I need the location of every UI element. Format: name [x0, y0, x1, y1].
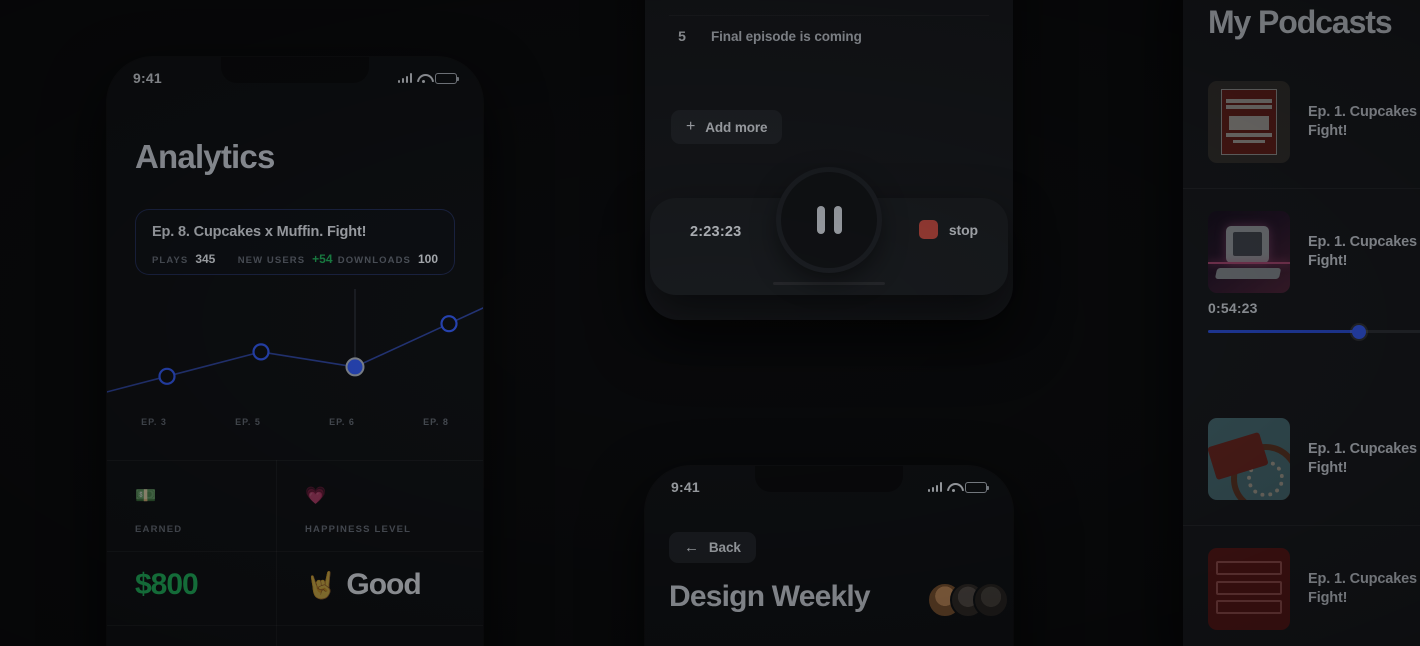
status-bar: 9:41 — [645, 466, 1013, 508]
chart-x-axis-labels: EP. 3 EP. 5 EP. 6 EP. 8 — [107, 417, 483, 427]
pause-icon-bar-left — [816, 206, 825, 234]
chart-label-2: EP. 6 — [329, 417, 355, 427]
episode-card-title: Ep. 8. Cupcakes x Muffin. Fight! — [152, 224, 367, 240]
podcast-item-title: Ep. 1. Cupcakes x Muffin. Fight! — [1308, 440, 1420, 476]
metric-happiness-label: HAPPINESS LEVEL — [305, 524, 412, 535]
sidebar-title: My Podcasts — [1208, 4, 1393, 40]
podcast-list-item-2[interactable]: Ep. 1. Cupcakes x Muffin. Fight! — [1208, 211, 1420, 293]
stat-new-users: NEW USERS +54 — [238, 252, 338, 266]
status-time: 9:41 — [671, 479, 700, 495]
metric-happiness-value: Good — [346, 568, 421, 601]
stop-square-icon — [918, 220, 938, 239]
battery-icon — [965, 481, 989, 493]
add-more-button[interactable]: + Add more — [671, 110, 783, 144]
podcast-list-item-4[interactable]: Ep. 1. Cupcakes x Muffin. Fight! — [1208, 548, 1420, 630]
podcast-artwork-yule-love-this — [1208, 548, 1290, 630]
stat-plays: PLAYS 345 — [152, 252, 238, 266]
wifi-icon — [417, 73, 430, 83]
cellular-signal-icon — [397, 73, 412, 83]
page-title: Analytics — [135, 138, 275, 175]
progress-elapsed-time: 0:54:23 — [1208, 300, 1258, 316]
arrow-left-icon: ← — [684, 539, 699, 556]
pause-button[interactable] — [781, 172, 877, 268]
metric-grid-vertical-divider — [276, 460, 277, 646]
stat-new-users-value: +54 — [312, 252, 333, 266]
chart-label-1: EP. 5 — [235, 417, 261, 427]
stat-downloads: DOWNLOADS 100 — [338, 252, 438, 266]
analytics-phone-mockup: 9:41 Analytics Ep. 8. Cupcakes x Muffin.… — [107, 57, 483, 646]
avatar-3 — [973, 582, 1009, 618]
podcast-artwork-parking-sign — [1208, 81, 1290, 163]
metric-grid-bottom-divider — [107, 625, 483, 626]
podcast-list-item-1[interactable]: Ep. 1. Cupcakes x Muffin. Fight! — [1208, 81, 1420, 163]
metric-grid-top-divider — [107, 460, 483, 461]
cellular-signal-icon — [927, 482, 942, 492]
chart-label-3: EP. 8 — [423, 417, 449, 427]
progress-slider-knob[interactable] — [1352, 324, 1367, 339]
stat-new-users-label: NEW USERS — [237, 255, 306, 266]
money-icon: 💵 — [135, 486, 157, 505]
podcast-item-title: Ep. 1. Cupcakes x Muffin. Fight! — [1308, 570, 1420, 606]
metric-earned-value: $800 — [135, 568, 199, 601]
episode-stats-card[interactable]: Ep. 8. Cupcakes x Muffin. Fight! PLAYS 3… — [135, 209, 455, 275]
progress-slider-fill — [1208, 330, 1360, 333]
battery-icon — [435, 72, 459, 84]
stop-label: stop — [948, 221, 978, 238]
home-indicator — [773, 282, 885, 285]
podcast-artwork-ferris-wheel — [1208, 418, 1290, 500]
metric-grid-mid-divider — [107, 551, 483, 552]
queue-item-title: Final episode is coming — [711, 28, 862, 44]
elapsed-time: 2:23:23 — [690, 224, 742, 240]
podcast-item-title: Ep. 1. Cupcakes x Muffin. Fight! — [1308, 103, 1420, 139]
metric-happiness[interactable]: 💗 HAPPINESS LEVEL — [305, 487, 411, 535]
stat-downloads-value: 100 — [417, 252, 438, 266]
podcast-list-item-3[interactable]: Ep. 1. Cupcakes x Muffin. Fight! — [1208, 418, 1420, 500]
podcast-item-title: Ep. 1. Cupcakes x Muffin. Fight! — [1308, 233, 1420, 269]
status-bar: 9:41 — [107, 57, 483, 99]
heart-icon: 💗 — [305, 486, 327, 505]
stop-button[interactable]: stop — [918, 220, 978, 239]
status-time: 9:41 — [133, 70, 162, 86]
stat-plays-label: PLAYS — [152, 255, 189, 266]
chart-label-0: EP. 3 — [141, 417, 167, 427]
rock-hand-icon: 🤘 — [305, 570, 338, 600]
stat-plays-value: 345 — [195, 252, 216, 266]
plus-icon: + — [686, 118, 696, 135]
playback-progress-widget[interactable]: 0:54:23 — [1208, 300, 1420, 339]
metric-earned-label: EARNED — [135, 524, 183, 535]
episode-stats-row: PLAYS 345 NEW USERS +54 DOWNLOADS 100 — [152, 252, 438, 266]
design-weekly-phone-mockup: 9:41 ← Back Design Weekly — [645, 466, 1013, 646]
episode-performance-chart[interactable]: EP. 3 EP. 5 EP. 6 EP. 8 — [107, 289, 483, 449]
metric-earned[interactable]: 💵 EARNED — [135, 487, 182, 535]
my-podcasts-sidebar: My Podcasts Ep. 1. Cupcakes x Muffin. Fi… — [1183, 0, 1420, 646]
queue-divider — [669, 15, 989, 16]
metric-happiness-value-row: 🤘 Good — [305, 568, 422, 602]
contributor-avatars[interactable] — [927, 582, 1009, 618]
podcast-artwork-retro-computer — [1208, 211, 1290, 293]
design-weekly-title: Design Weekly — [669, 580, 871, 613]
chart-plot — [107, 289, 483, 393]
stat-downloads-label: DOWNLOADS — [337, 255, 411, 266]
back-label: Back — [708, 540, 741, 555]
queue-item-5[interactable]: 5 Final episode is coming — [677, 28, 862, 44]
back-button[interactable]: ← Back — [669, 532, 756, 563]
podcast-divider-3 — [1183, 525, 1420, 526]
podcast-divider-1 — [1183, 188, 1420, 189]
wifi-icon — [947, 482, 960, 492]
progress-slider-track[interactable] — [1208, 324, 1420, 339]
pause-icon-bar-right — [833, 206, 842, 234]
add-more-label: Add more — [705, 119, 768, 135]
queue-item-number: 5 — [678, 28, 686, 44]
